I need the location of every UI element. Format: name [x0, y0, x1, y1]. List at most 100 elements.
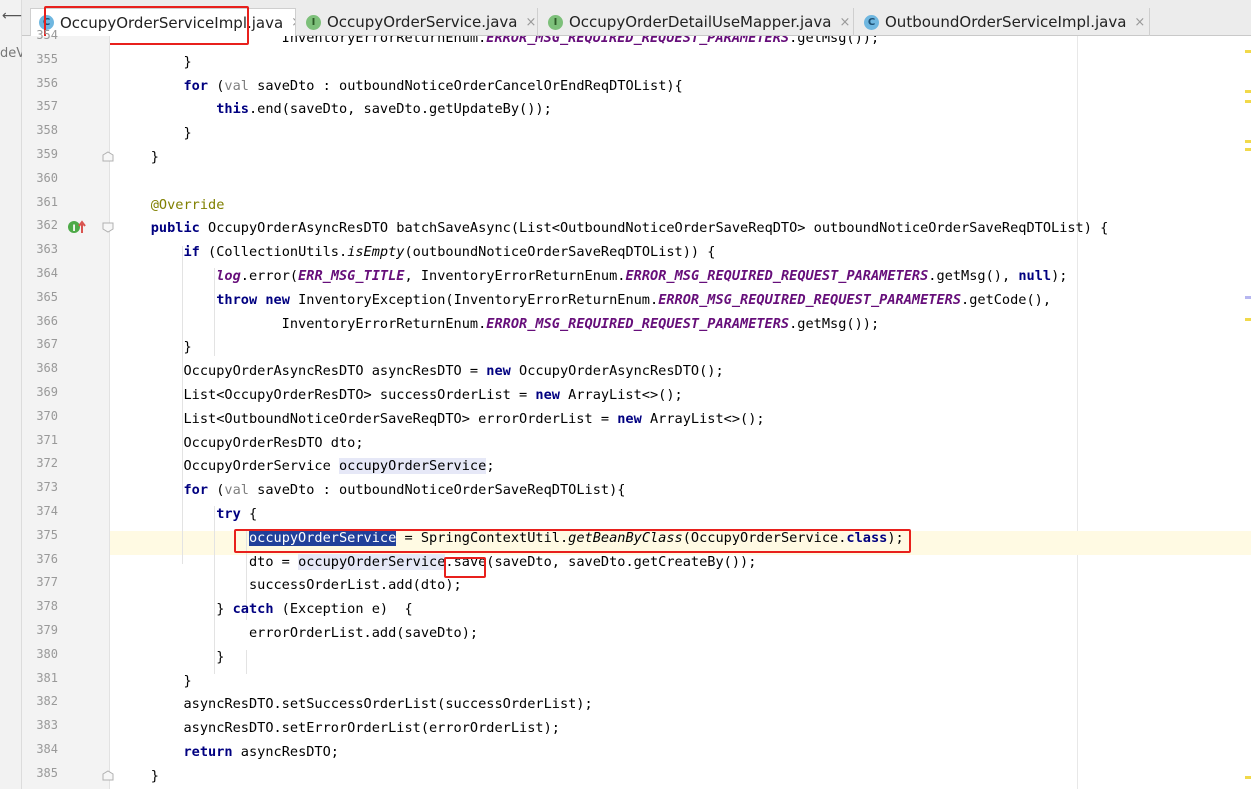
code-token: .getCode(), — [961, 291, 1052, 308]
code-line: OccupyOrderAsyncResDTO asyncResDTO = new… — [118, 361, 724, 381]
code-token: public — [150, 220, 200, 237]
code-line: errorOrderList.add(saveDto); — [118, 623, 478, 643]
line-number: 361 — [36, 194, 58, 209]
code-token: dto = — [118, 553, 299, 570]
code-editor[interactable]: InventoryErrorReturnEnum. ERROR_MSG_REQUI… — [110, 36, 1251, 789]
code-token: new — [486, 363, 511, 380]
code-token: } — [118, 767, 159, 784]
line-number: 371 — [36, 432, 58, 447]
code-token: .error( — [240, 268, 299, 284]
code-line: this.end(saveDto, saveDto.getUpdateBy())… — [118, 99, 552, 119]
code-line: InventoryErrorReturnEnum.ERROR_MSG_REQUI… — [118, 314, 879, 334]
code-token: catch — [232, 601, 274, 618]
code-line: } — [118, 647, 224, 667]
tab-occupy-order-detail-use-mapper[interactable]: I OccupyOrderDetailUseMapper.java × — [540, 8, 854, 36]
back-arrow-icon[interactable]: ⟵ — [2, 8, 22, 24]
code-token: @Override — [150, 196, 225, 213]
interface-icon: I — [548, 14, 563, 30]
code-line: List<OccupyOrderResDTO> successOrderList… — [118, 385, 682, 405]
code-token: new — [265, 291, 290, 308]
code-line: public OccupyOrderAsyncResDTO batchSaveA… — [118, 218, 1109, 238]
code-token: ArrayList<>(); — [641, 410, 765, 427]
class-icon: C — [864, 14, 879, 30]
scrollbar-marker[interactable] — [1245, 776, 1251, 779]
code-token: asyncResDTO.setErrorOrderList(errorOrder… — [118, 720, 560, 737]
line-number: 359 — [36, 147, 58, 161]
line-number: 377 — [36, 575, 58, 590]
code-token: for — [183, 482, 209, 499]
line-number: 367 — [36, 337, 58, 352]
code-token: (outboundNoticeOrderSaveReqDTOList)) { — [404, 244, 716, 261]
line-number: 378 — [36, 599, 58, 614]
scrollbar-marker[interactable] — [1245, 50, 1251, 53]
close-icon[interactable]: × — [525, 15, 536, 30]
line-number: 376 — [36, 551, 58, 566]
interface-icon: I — [306, 14, 321, 30]
code-token: } — [118, 149, 159, 165]
close-icon[interactable]: × — [1134, 15, 1145, 30]
right-margin-guide — [1077, 36, 1078, 789]
line-number: 368 — [36, 361, 58, 376]
scrollbar-marker[interactable] — [1245, 296, 1251, 299]
code-token: ERROR_MSG_REQUIRED_REQUEST_PARAMETERS — [658, 291, 962, 308]
code-token: InventoryErrorReturnEnum. — [118, 315, 487, 332]
close-icon[interactable]: × — [291, 15, 295, 30]
code-token: for — [183, 77, 209, 94]
code-token: OccupyOrderResDTO dto; — [118, 434, 364, 451]
code-token: val — [224, 482, 249, 499]
code-token: .save(saveDto, saveDto.getCreateBy()); — [445, 553, 757, 570]
left-panel-strip: ⟵ deV — [0, 0, 25, 789]
tab-label: OccupyOrderDetailUseMapper.java — [569, 13, 832, 31]
code-line: } — [118, 147, 159, 167]
close-icon[interactable]: × — [839, 15, 850, 30]
code-token: { — [240, 506, 258, 522]
code-token: .end(saveDto, saveDto.getUpdateBy()); — [248, 101, 552, 118]
tab-occupy-order-service[interactable]: I OccupyOrderService.java × — [298, 8, 538, 36]
code-token: OccupyOrderAsyncResDTO(); — [510, 363, 724, 380]
code-line: asyncResDTO.setErrorOrderList(errorOrder… — [118, 718, 560, 738]
code-token: saveDto : outboundNoticeOrderSaveReqDTOL… — [248, 482, 626, 499]
scrollbar-marker[interactable] — [1245, 140, 1251, 143]
tab-label: OccupyOrderService.java — [327, 13, 518, 31]
scrollbar-marker[interactable] — [1245, 148, 1251, 151]
indent-guide — [246, 650, 247, 674]
code-line: dto = occupyOrderService.save(saveDto, s… — [118, 552, 756, 572]
code-token: ( — [208, 77, 225, 94]
code-line: return asyncResDTO; — [118, 742, 339, 762]
code-line: throw new InventoryException(InventoryEr… — [118, 290, 1051, 310]
line-number: 369 — [36, 385, 58, 399]
code-line: log.error(ERR_MSG_TITLE, InventoryErrorR… — [118, 266, 1067, 286]
implements-icon[interactable]: I — [67, 219, 99, 235]
line-number: 370 — [36, 408, 58, 423]
code-line: try { — [118, 504, 257, 524]
line-number: 374 — [36, 504, 58, 518]
line-number: 382 — [36, 694, 58, 709]
code-line: } — [118, 766, 159, 786]
tab-outbound-order-service-impl[interactable]: C OutboundOrderServiceImpl.java × — [856, 8, 1150, 36]
code-token: .getMsg()); — [789, 315, 880, 332]
code-token: errorOrderList.add(saveDto); — [118, 625, 479, 641]
line-number: 380 — [36, 646, 58, 661]
code-token: isEmpty — [347, 244, 405, 261]
code-token: ; — [486, 458, 495, 475]
line-number: 379 — [36, 623, 58, 637]
highlight-box-save-call — [444, 557, 486, 578]
code-line: OccupyOrderResDTO dto; — [118, 433, 364, 453]
code-line: } — [118, 52, 191, 72]
code-token: List<OutboundNoticeOrderSaveReqDTO> erro… — [118, 410, 618, 427]
line-number: 360 — [36, 170, 58, 185]
scrollbar-marker[interactable] — [1245, 318, 1251, 321]
code-token: OccupyOrderService — [118, 458, 339, 475]
code-token: OccupyOrderAsyncResDTO batchSaveAsync(Li… — [199, 220, 1109, 237]
scrollbar-marker[interactable] — [1245, 90, 1251, 93]
code-line: if (CollectionUtils.isEmpty(outboundNoti… — [118, 242, 715, 262]
line-number: 362 — [36, 218, 58, 233]
line-number: 375 — [36, 527, 58, 542]
line-number: 373 — [36, 480, 58, 495]
code-token: val — [224, 77, 249, 94]
scrollbar-marker[interactable] — [1245, 100, 1251, 103]
